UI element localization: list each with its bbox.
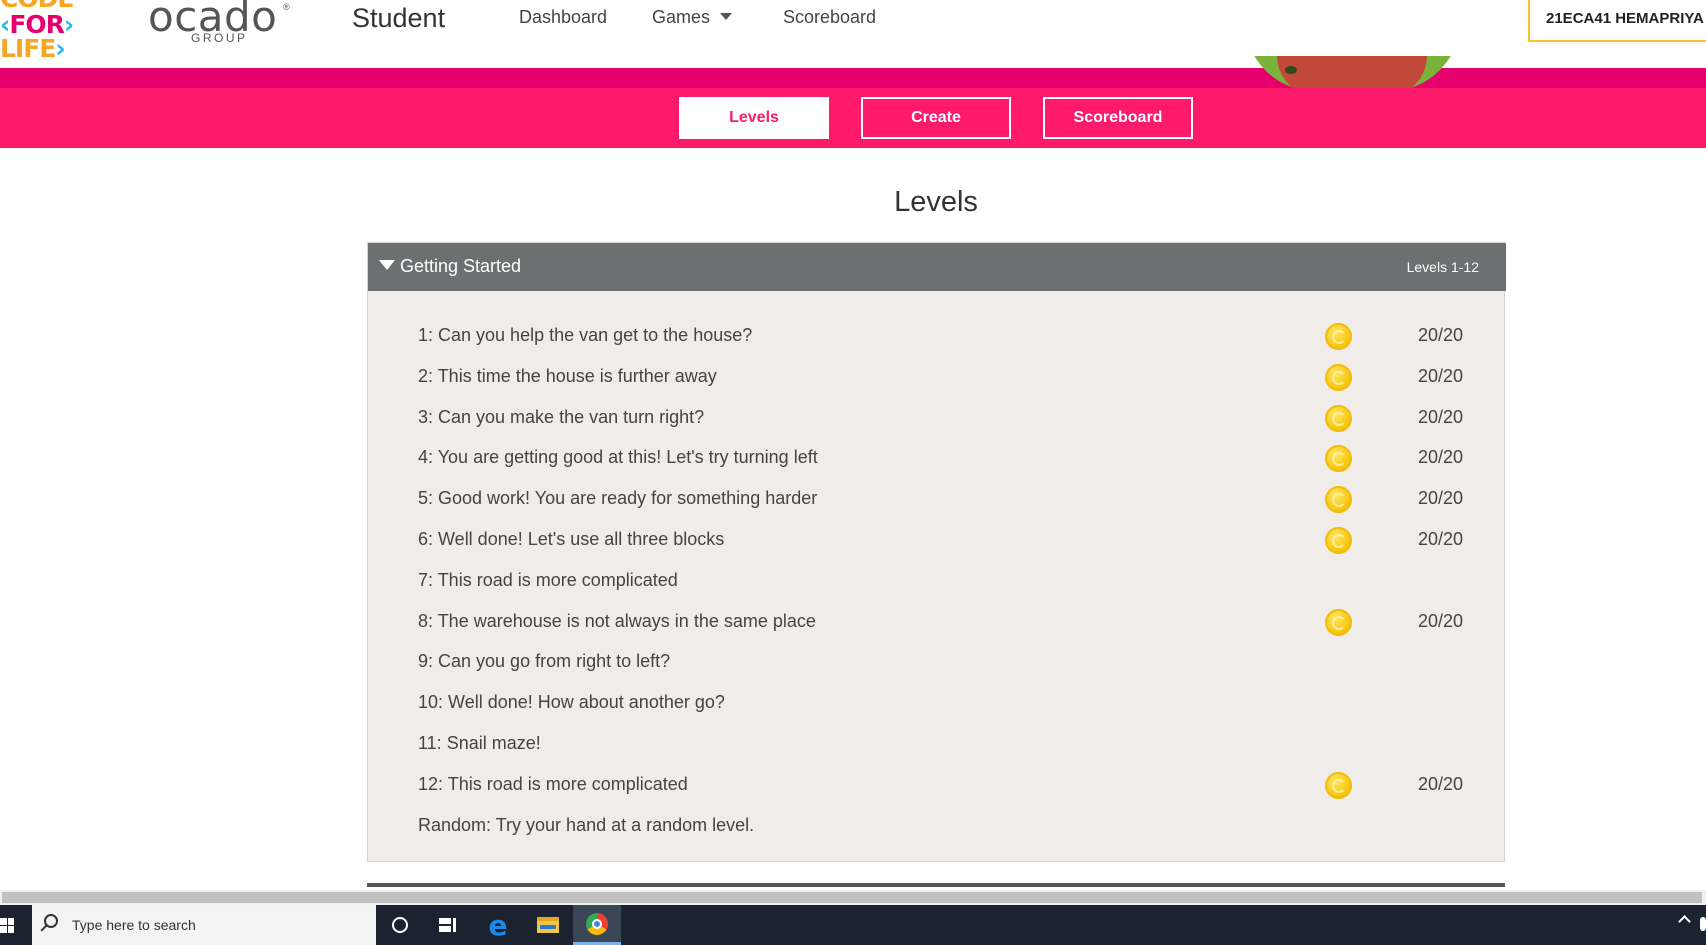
cortana-icon[interactable] — [376, 905, 424, 945]
episode-title: Getting Started — [400, 256, 522, 276]
code-for-life-logo[interactable]: CODE ‹FOR› LIFE› — [0, 0, 82, 58]
level-score: 20/20 — [1418, 325, 1464, 345]
level-score: 20/20 — [1418, 774, 1464, 794]
taskbar-search-placeholder: Type here to search — [72, 917, 196, 933]
chrome-icon[interactable] — [573, 905, 621, 945]
gold-coin-icon — [1325, 527, 1352, 554]
episode-range: Levels 1-12 — [1406, 259, 1479, 275]
ocado-group-label: GROUP — [191, 31, 248, 45]
level-link[interactable]: 7: This road is more complicated — [418, 570, 678, 591]
level-row[interactable]: 5: Good work! You are ready for somethin… — [418, 481, 1478, 517]
windows-start-icon[interactable] — [0, 918, 16, 934]
level-row[interactable]: 8: The warehouse is not always in the sa… — [418, 604, 1478, 640]
caret-down-icon — [379, 260, 395, 270]
level-link[interactable]: 2: This time the house is further away — [418, 366, 717, 387]
level-score: 20/20 — [1418, 529, 1464, 549]
level-score: 20/20 — [1418, 366, 1464, 386]
level-score: 20/20 — [1418, 488, 1464, 508]
task-view-icon[interactable] — [424, 905, 472, 945]
tab-scoreboard[interactable]: Scoreboard — [1043, 97, 1193, 139]
level-link[interactable]: 12: This road is more complicated — [418, 774, 688, 795]
page-title: Levels — [894, 186, 978, 218]
level-row[interactable]: 4: You are getting good at this! Let's t… — [418, 440, 1478, 476]
level-score: 20/20 — [1418, 611, 1464, 631]
tab-create[interactable]: Create — [861, 97, 1011, 139]
level-row[interactable]: 10: Well done! How about another go? — [418, 685, 1478, 721]
level-link[interactable]: 10: Well done! How about another go? — [418, 692, 725, 713]
nav-scoreboard[interactable]: Scoreboard — [783, 7, 876, 28]
nav-games-dropdown[interactable]: Games — [652, 7, 733, 28]
decorative-character-illustration — [1245, 56, 1460, 88]
level-row[interactable]: 7: This road is more complicated — [418, 563, 1478, 599]
registered-mark: ® — [283, 2, 290, 12]
horizontal-scrollbar[interactable] — [0, 890, 1706, 905]
nav-games-label: Games — [652, 7, 711, 27]
gold-coin-icon — [1325, 609, 1352, 636]
gold-coin-icon — [1325, 486, 1352, 513]
level-link[interactable]: 1: Can you help the van get to the house… — [418, 325, 752, 346]
gold-coin-icon — [1325, 405, 1352, 432]
level-link[interactable]: 3: Can you make the van turn right? — [418, 407, 704, 428]
subnav-bar — [0, 88, 1706, 148]
level-score: 20/20 — [1418, 407, 1464, 427]
file-explorer-icon[interactable] — [524, 905, 572, 945]
user-menu-button[interactable]: 21ECA41 HEMAPRIYA — [1528, 0, 1706, 42]
search-icon — [44, 914, 58, 928]
level-link[interactable]: 6: Well done! Let's use all three blocks — [418, 529, 724, 550]
gold-coin-icon — [1325, 323, 1352, 350]
chevron-up-icon[interactable] — [1678, 915, 1691, 928]
taskbar-search-box[interactable]: Type here to search — [32, 905, 376, 945]
nav-dashboard[interactable]: Dashboard — [519, 7, 607, 28]
section-title: Student — [352, 3, 446, 33]
microphone-icon[interactable] — [1700, 917, 1706, 931]
gold-coin-icon — [1325, 364, 1352, 391]
level-link[interactable]: 4: You are getting good at this! Let's t… — [418, 447, 818, 468]
windows-taskbar: Type here to search e — [0, 905, 1706, 945]
level-link[interactable]: 9: Can you go from right to left? — [418, 651, 670, 672]
scrollbar-thumb[interactable] — [2, 892, 1702, 903]
gold-coin-icon — [1325, 445, 1352, 472]
level-row[interactable]: 1: Can you help the van get to the house… — [418, 318, 1478, 354]
level-row[interactable]: 6: Well done! Let's use all three blocks… — [418, 522, 1478, 558]
episode-panel: Getting Started Levels 1-12 1: Can you h… — [367, 242, 1506, 862]
next-episode-edge — [367, 883, 1505, 887]
level-link[interactable]: 11: Snail maze! — [418, 733, 541, 754]
level-row[interactable]: Random: Try your hand at a random level. — [418, 808, 1478, 844]
level-row[interactable]: 2: This time the house is further away 20… — [418, 359, 1478, 395]
level-link[interactable]: Random: Try your hand at a random level. — [418, 815, 754, 836]
level-link[interactable]: 5: Good work! You are ready for somethin… — [418, 488, 817, 509]
logo-line-life: LIFE› — [0, 34, 66, 59]
gold-coin-icon — [1325, 772, 1352, 799]
edge-icon[interactable]: e — [474, 905, 522, 945]
tab-levels[interactable]: Levels — [679, 97, 829, 139]
chevron-down-icon — [720, 13, 733, 20]
level-row[interactable]: 12: This road is more complicated 20/20 — [418, 767, 1478, 803]
level-row[interactable]: 3: Can you make the van turn right? 20/20 — [418, 400, 1478, 436]
level-row[interactable]: 11: Snail maze! — [418, 726, 1478, 762]
episode-header-toggle[interactable]: Getting Started Levels 1-12 — [368, 243, 1506, 291]
level-link[interactable]: 8: The warehouse is not always in the sa… — [418, 611, 816, 632]
level-score: 20/20 — [1418, 447, 1464, 467]
level-row[interactable]: 9: Can you go from right to left? — [418, 644, 1478, 680]
